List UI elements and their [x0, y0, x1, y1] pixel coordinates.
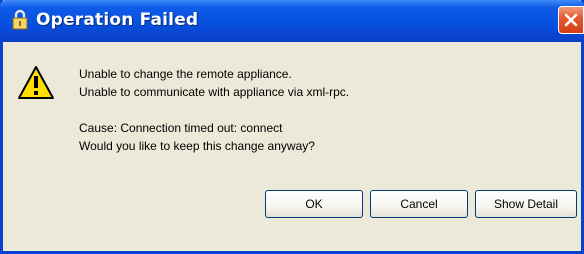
warning-icon: [17, 65, 55, 101]
cause-line: Cause: Connection timed out: connect: [79, 121, 283, 135]
dialog-window: Operation Failed Unable to change the re…: [0, 0, 584, 254]
title-bar[interactable]: Operation Failed: [0, 0, 584, 42]
close-icon: [564, 13, 578, 27]
question-line: Would you like to keep this change anywa…: [79, 139, 315, 153]
close-button[interactable]: [558, 6, 584, 34]
dialog-title: Operation Failed: [36, 10, 199, 30]
lock-icon: [10, 9, 30, 31]
ok-button[interactable]: OK: [265, 190, 363, 218]
cancel-button[interactable]: Cancel: [370, 190, 468, 218]
message-line-2: Unable to communicate with appliance via…: [79, 85, 350, 99]
message-line-1: Unable to change the remote appliance.: [79, 67, 292, 81]
show-detail-button[interactable]: Show Detail: [475, 190, 577, 218]
